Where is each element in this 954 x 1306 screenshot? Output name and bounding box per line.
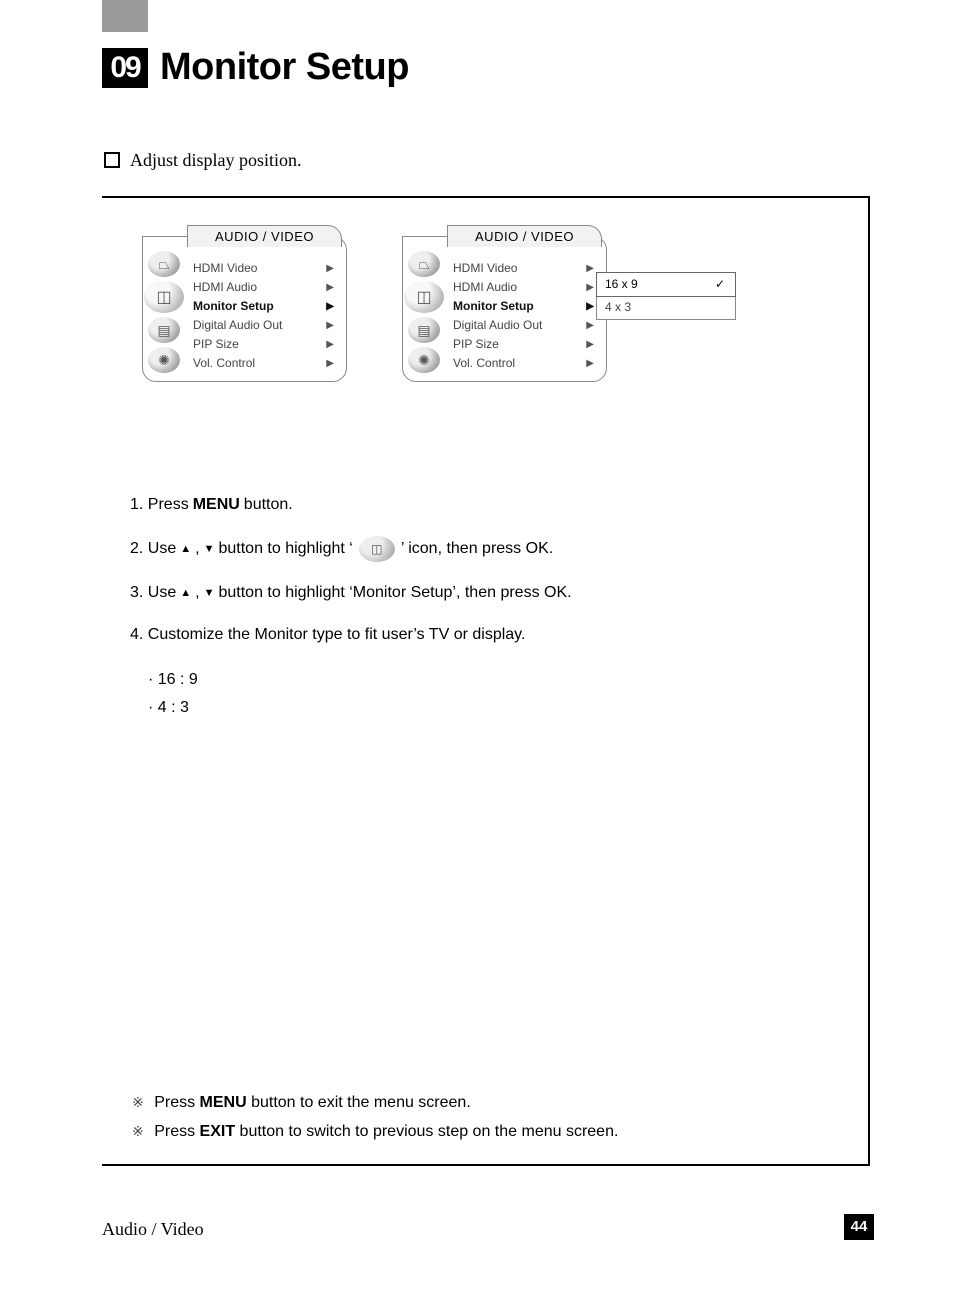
gear-icon: ✺ [148, 347, 180, 373]
osd-item: PIP Size▶ [453, 335, 606, 354]
tv-icon: ⏢ [148, 251, 180, 277]
chevron-right-icon: ▶ [586, 335, 594, 354]
film-icon: ▤ [408, 317, 440, 343]
section-title: Monitor Setup [160, 46, 409, 88]
arrow-down-icon: ▼ [204, 538, 215, 560]
osd-item: PIP Size▶ [193, 335, 346, 354]
reference-mark-icon: ※ [132, 1094, 144, 1110]
chevron-right-icon: ▶ [326, 297, 334, 316]
intro-text: Adjust display position. [130, 149, 302, 171]
av-icon: ◫ [144, 281, 184, 313]
arrow-up-icon: ▲ [180, 538, 191, 560]
osd-item: Digital Audio Out▶ [453, 316, 606, 335]
chevron-right-icon: ▶ [326, 335, 334, 354]
osd-item: Vol. Control▶ [453, 354, 606, 373]
osd-item: HDMI Audio▶ [453, 278, 606, 297]
check-icon: ✓ [715, 275, 725, 294]
gear-icon: ✺ [408, 347, 440, 373]
osd-item: HDMI Audio▶ [193, 278, 346, 297]
footer-category: Audio / Video [102, 1218, 204, 1240]
osd-tab-title: AUDIO / VIDEO [187, 225, 342, 247]
submenu-label: 16 x 9 [605, 275, 638, 294]
chevron-right-icon: ▶ [586, 354, 594, 373]
note-line: ※ Press EXIT button to switch to previou… [132, 1117, 618, 1146]
osd-item-selected: Monitor Setup▶ [193, 297, 346, 316]
step-2: 2. Use ▲, ▼ button to highlight ‘ ◫ ’ ic… [130, 536, 572, 562]
step-3: 3. Use ▲, ▼ button to highlight ‘Monitor… [130, 582, 572, 604]
av-icon: ◫ [404, 281, 444, 313]
arrow-down-icon: ▼ [204, 582, 215, 604]
steps-block: 1. Press MENU button. 2. Use ▲, ▼ button… [130, 494, 572, 722]
step-4: 4. Customize the Monitor type to fit use… [130, 624, 572, 646]
page-number: 44 [844, 1214, 874, 1240]
osd-screenshot-left: AUDIO / VIDEO ⏢ ◫ ▤ ✺ HDMI Video▶ HDMI A… [142, 236, 347, 382]
tv-icon: ⏢ [408, 251, 440, 277]
av-icon: ◫ [359, 536, 395, 562]
osd-submenu: 16 x 9 ✓ 4 x 3 [596, 272, 736, 320]
osd-menu-list: HDMI Video▶ HDMI Audio▶ Monitor Setup▶ D… [453, 259, 606, 373]
osd-submenu-item: 4 x 3 [597, 296, 735, 319]
chevron-right-icon: ▶ [586, 297, 594, 316]
chevron-right-icon: ▶ [586, 259, 594, 278]
osd-item: HDMI Video▶ [193, 259, 346, 278]
step-1: 1. Press MENU button. [130, 494, 572, 516]
osd-icon-column: ⏢ ◫ ▤ ✺ [141, 251, 187, 373]
note-line: ※ Press MENU button to exit the menu scr… [132, 1088, 618, 1117]
square-bullet-icon [104, 152, 120, 168]
osd-menu-list: HDMI Video▶ HDMI Audio▶ Monitor Setup▶ D… [193, 259, 346, 373]
osd-icon-column: ⏢ ◫ ▤ ✺ [401, 251, 447, 373]
intro-line: Adjust display position. [104, 149, 302, 171]
step-4-option: · 16 : 9 [148, 666, 572, 694]
osd-item: Digital Audio Out▶ [193, 316, 346, 335]
chevron-right-icon: ▶ [326, 354, 334, 373]
chevron-right-icon: ▶ [586, 278, 594, 297]
section-number: 09 [102, 48, 148, 88]
osd-screenshot-right: AUDIO / VIDEO ⏢ ◫ ▤ ✺ HDMI Video▶ HDMI A… [402, 236, 607, 382]
chevron-right-icon: ▶ [326, 278, 334, 297]
osd-item-selected: Monitor Setup▶ [453, 297, 606, 316]
osd-submenu-item-selected: 16 x 9 ✓ [596, 272, 736, 297]
reference-mark-icon: ※ [132, 1123, 144, 1139]
osd-item: Vol. Control▶ [193, 354, 346, 373]
content-panel: AUDIO / VIDEO ⏢ ◫ ▤ ✺ HDMI Video▶ HDMI A… [102, 196, 870, 1166]
notes-block: ※ Press MENU button to exit the menu scr… [132, 1088, 618, 1146]
submenu-label: 4 x 3 [605, 298, 631, 317]
chevron-right-icon: ▶ [586, 316, 594, 335]
chevron-right-icon: ▶ [326, 259, 334, 278]
arrow-up-icon: ▲ [180, 582, 191, 604]
header-tab [102, 0, 148, 32]
osd-item: HDMI Video▶ [453, 259, 606, 278]
step-4-option: · 4 : 3 [148, 694, 572, 722]
film-icon: ▤ [148, 317, 180, 343]
chevron-right-icon: ▶ [326, 316, 334, 335]
osd-tab-title: AUDIO / VIDEO [447, 225, 602, 247]
